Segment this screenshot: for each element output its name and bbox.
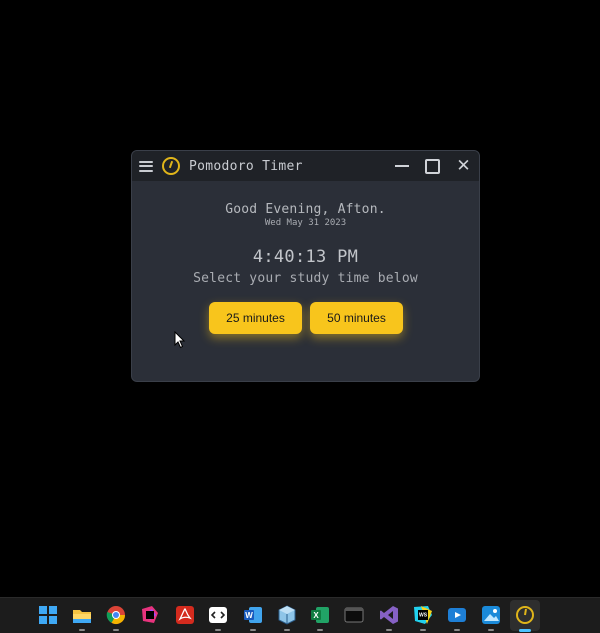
taskbar-running-indicator bbox=[79, 629, 85, 631]
svg-text:WS: WS bbox=[419, 613, 428, 619]
taskbar-running-indicator bbox=[215, 629, 221, 631]
minimize-button[interactable] bbox=[386, 151, 417, 181]
date-text: Wed May 31 2023 bbox=[264, 218, 347, 228]
greeting-text: Good Evening, Afton. bbox=[225, 202, 386, 217]
media-player-icon[interactable] bbox=[447, 605, 467, 625]
code-editor-icon[interactable] bbox=[208, 605, 228, 625]
maximize-icon bbox=[425, 158, 440, 174]
title-bar[interactable]: Pomodoro Timer ✕ bbox=[132, 151, 479, 181]
pomodoro-app-icon bbox=[162, 157, 180, 175]
taskbar-running-indicator bbox=[488, 629, 494, 631]
close-icon: ✕ bbox=[456, 155, 471, 176]
taskbar-running-indicator bbox=[317, 629, 323, 631]
terminal-icon[interactable] bbox=[344, 605, 364, 625]
50-minutes-button[interactable]: 50 minutes bbox=[310, 302, 403, 334]
taskbar-running-indicator bbox=[250, 629, 256, 631]
instruction-text: Select your study time below bbox=[193, 271, 418, 286]
visual-studio-icon[interactable] bbox=[379, 605, 399, 625]
taskbar-running-indicator bbox=[454, 629, 460, 631]
hamburger-menu-button[interactable] bbox=[132, 151, 160, 181]
minimize-icon bbox=[394, 165, 409, 167]
taskbar-running-indicator bbox=[420, 629, 426, 631]
mouse-cursor-icon bbox=[174, 331, 186, 349]
taskbar-running-indicator bbox=[113, 629, 119, 631]
jetbrains-icon[interactable] bbox=[140, 605, 160, 625]
clock-time: 4:40:13 PM bbox=[252, 247, 359, 267]
webstorm-icon[interactable]: WS bbox=[413, 605, 433, 625]
word-icon[interactable]: W bbox=[243, 605, 263, 625]
window-title: Pomodoro Timer bbox=[189, 158, 303, 174]
taskbar-running-indicator bbox=[386, 629, 392, 631]
taskbar-running-indicator bbox=[284, 629, 290, 631]
hamburger-icon bbox=[139, 160, 153, 172]
maximize-button[interactable] bbox=[417, 151, 448, 181]
chrome-icon[interactable] bbox=[106, 605, 126, 625]
windows-start-icon[interactable] bbox=[38, 605, 58, 625]
pomodoro-timer-icon[interactable] bbox=[515, 605, 535, 625]
25-minutes-button[interactable]: 25 minutes bbox=[209, 302, 302, 334]
svg-text:W: W bbox=[245, 611, 253, 620]
desktop: Pomodoro Timer ✕ Good Evening, Afton. We… bbox=[0, 0, 600, 633]
taskbar: W X WS bbox=[0, 597, 600, 633]
file-explorer-icon[interactable] bbox=[72, 605, 92, 625]
photos-icon[interactable] bbox=[481, 605, 501, 625]
excel-icon[interactable]: X bbox=[310, 605, 330, 625]
virtualbox-icon[interactable] bbox=[277, 605, 297, 625]
active-app-indicator bbox=[519, 629, 531, 632]
close-button[interactable]: ✕ bbox=[448, 151, 479, 181]
acrobat-icon[interactable] bbox=[175, 605, 195, 625]
svg-text:X: X bbox=[313, 611, 319, 620]
